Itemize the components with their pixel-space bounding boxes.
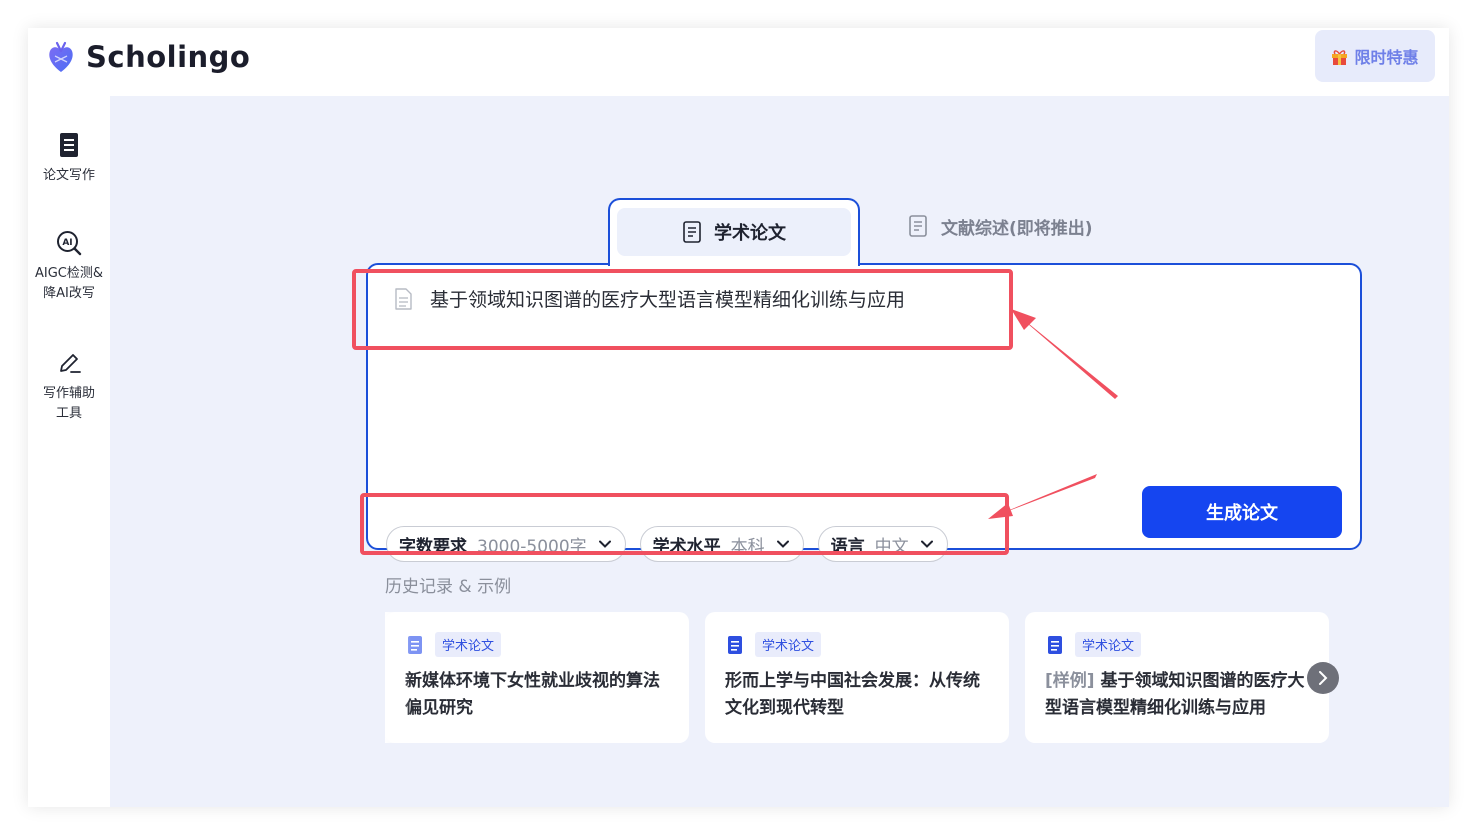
left-sidebar: 论文写作 AI AIGC检测& 降AI改写 写作辅助 工具 xyxy=(28,96,110,807)
svg-text:AI: AI xyxy=(62,238,72,248)
sidebar-item-label: 论文写作 xyxy=(42,168,95,183)
document-icon xyxy=(728,635,742,654)
option-value: 本科 xyxy=(730,536,765,557)
chevron-down-icon xyxy=(920,540,933,548)
sidebar-item-aigc-detection[interactable]: AI AIGC检测& 降AI改写 xyxy=(28,230,110,304)
limited-offer-label: 限时特惠 xyxy=(1354,48,1419,67)
sample-prefix: [样例] xyxy=(1045,671,1101,691)
gift-icon xyxy=(1332,49,1348,65)
history-title: 历史记录 & 示例 xyxy=(385,577,512,597)
card-title: 形而上学与中国社会发展：从传统文化到现代转型 xyxy=(725,668,995,722)
chevron-right-icon xyxy=(1319,671,1328,685)
card-head: 学术论文 xyxy=(407,632,502,657)
carousel-next-button[interactable] xyxy=(1307,662,1339,694)
topic-text: 基于领域知识图谱的医疗大型语言模型精细化训练与应用 xyxy=(430,289,906,311)
history-card[interactable]: 学术论文 新媒体环境下女性就业歧视的算法偏见研究 xyxy=(385,612,689,743)
document-icon xyxy=(60,133,78,157)
history-card[interactable]: 学术论文 [样例] 基于领域知识图谱的医疗大型语言模型精细化训练与应用 xyxy=(1025,612,1329,743)
sidebar-item-paper-writing[interactable]: 论文写作 xyxy=(28,132,110,186)
language-select[interactable]: 语言 中文 xyxy=(817,526,948,562)
sidebar-item-writing-tools[interactable]: 写作辅助 工具 xyxy=(28,350,110,424)
heart-logo-icon xyxy=(49,41,73,72)
brand-name: Scholingo xyxy=(86,40,251,74)
document-icon xyxy=(1048,635,1062,654)
history-cards: 学术论文 新媒体环境下女性就业歧视的算法偏见研究 学术论文 形而上学与中国社会发… xyxy=(385,612,1345,743)
limited-offer-button[interactable]: 限时特惠 xyxy=(1315,30,1435,82)
option-value: 中文 xyxy=(874,536,909,557)
document-outline-icon xyxy=(909,215,927,237)
document-outline-icon xyxy=(683,221,701,243)
card-title-text: 形而上学与中国社会发展：从传统文化到现代转型 xyxy=(725,671,980,718)
topic-input[interactable]: 基于领域知识图谱的医疗大型语言模型精细化训练与应用 xyxy=(394,285,905,312)
brand-logo[interactable]: Scholingo xyxy=(46,40,250,74)
tab-literature-review[interactable]: 文献综述(即将推出) xyxy=(908,211,1093,241)
sidebar-item-label: AIGC检测& 降AI改写 xyxy=(34,266,103,301)
card-head: 学术论文 xyxy=(727,632,822,657)
word-count-select[interactable]: 字数要求 3000-5000字 xyxy=(386,526,626,562)
option-value: 3000-5000字 xyxy=(477,536,587,557)
app-window: Scholingo 限时特惠 论文写作 AI AIGC检测& 降AI改写 写作辅… xyxy=(28,28,1449,807)
generate-paper-button[interactable]: 生成论文 xyxy=(1142,486,1342,538)
card-title-text: 新媒体环境下女性就业歧视的算法偏见研究 xyxy=(405,671,660,718)
option-key: 学术水平 xyxy=(652,536,721,557)
card-title: [样例] 基于领域知识图谱的医疗大型语言模型精细化训练与应用 xyxy=(1045,668,1315,722)
card-badge: 学术论文 xyxy=(1075,632,1142,657)
sidebar-item-label: 写作辅助 工具 xyxy=(42,386,95,421)
tab-academic-paper-inner: 学术论文 xyxy=(617,208,851,256)
chevron-down-icon xyxy=(598,540,611,548)
tab-label: 学术论文 xyxy=(714,223,786,244)
history-card[interactable]: 学术论文 形而上学与中国社会发展：从传统文化到现代转型 xyxy=(705,612,1009,743)
tab-academic-paper[interactable]: 学术论文 xyxy=(608,198,860,266)
scroll-fade xyxy=(385,612,411,743)
academic-level-select[interactable]: 学术水平 本科 xyxy=(639,526,804,562)
tab-label: 文献综述(即将推出) xyxy=(941,218,1093,239)
chevron-down-icon xyxy=(776,540,789,548)
pen-icon xyxy=(60,354,81,373)
file-icon xyxy=(395,287,412,310)
card-head: 学术论文 xyxy=(1047,632,1142,657)
options-row: 字数要求 3000-5000字 学术水平 本科 语言 中文 xyxy=(386,526,962,562)
main-content: 基于领域知识图谱的医疗大型语言模型精细化训练与应用 学术论文 文献综述(即将推出… xyxy=(110,96,1449,807)
ai-search-icon: AI xyxy=(57,231,82,256)
option-key: 字数要求 xyxy=(399,536,467,557)
option-key: 语言 xyxy=(830,536,865,557)
card-badge: 学术论文 xyxy=(755,632,822,657)
top-header: Scholingo 限时特惠 xyxy=(28,28,1449,96)
card-title: 新媒体环境下女性就业歧视的算法偏见研究 xyxy=(405,668,675,722)
card-badge: 学术论文 xyxy=(435,632,502,657)
